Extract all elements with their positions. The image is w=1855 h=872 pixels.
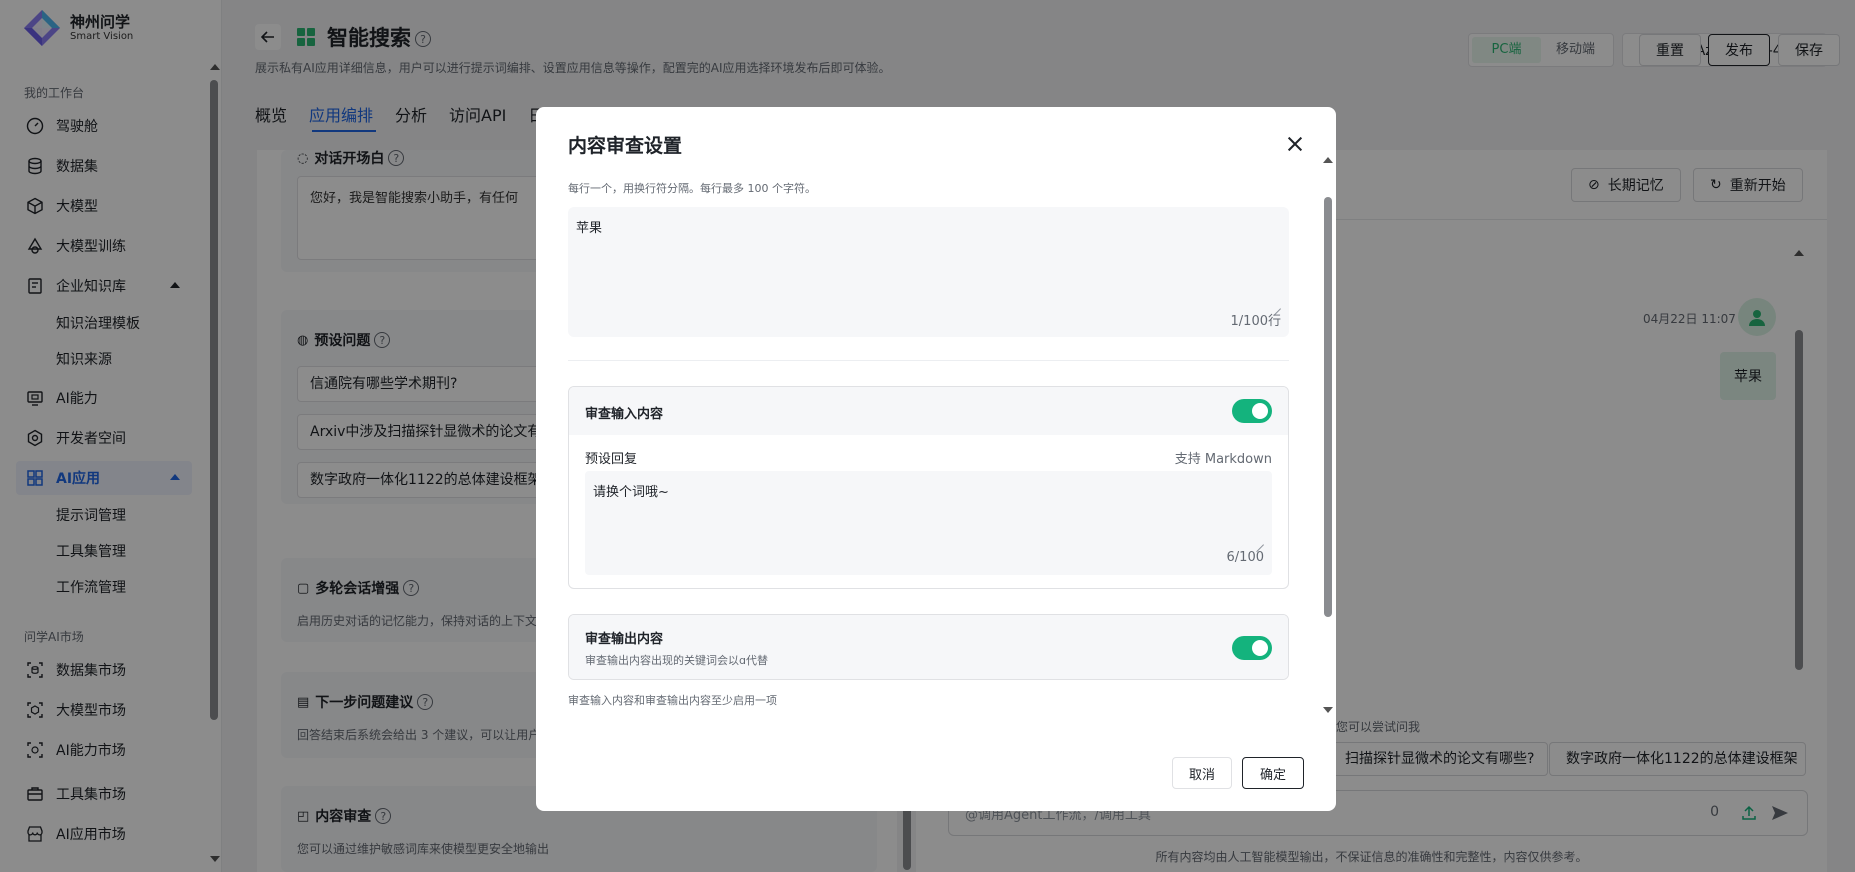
keywords-textarea[interactable]: 苹果 1/100行 bbox=[568, 207, 1289, 337]
scroll-down-arrow-icon[interactable] bbox=[1323, 707, 1333, 713]
input-moderation-header: 审查输入内容 bbox=[569, 387, 1288, 435]
keywords-hint: 每行一个，用换行符分隔。每行最多 100 个字符。 bbox=[568, 182, 816, 195]
output-moderation-title: 审查输出内容 bbox=[585, 632, 664, 647]
modal-title: 内容审查设置 bbox=[568, 135, 683, 157]
output-moderation-section: 审查输出内容 审查输出内容出现的关键词会以ɑ代替 bbox=[568, 614, 1289, 680]
modal-divider bbox=[568, 360, 1289, 361]
scroll-up-arrow-icon[interactable] bbox=[1323, 157, 1333, 163]
preset-reply-label: 预设回复 bbox=[585, 452, 638, 467]
cancel-button[interactable]: 取消 bbox=[1172, 757, 1232, 789]
input-moderation-toggle[interactable] bbox=[1232, 399, 1272, 423]
preset-reply-value: 请换个词哦~ bbox=[593, 485, 669, 500]
moderation-note: 审查输入内容和审查输出内容至少启用一项 bbox=[568, 694, 777, 707]
output-moderation-header: 审查输出内容 审查输出内容出现的关键词会以ɑ代替 bbox=[569, 615, 1288, 679]
close-icon[interactable] bbox=[1284, 133, 1306, 155]
confirm-button[interactable]: 确定 bbox=[1242, 757, 1304, 789]
preset-reply-count: 6/100 bbox=[1226, 550, 1264, 565]
input-moderation-section: 审查输入内容 预设回复 支持 Markdown 请换个词哦~ 6/100 bbox=[568, 386, 1289, 589]
resize-grip-icon[interactable] bbox=[1256, 537, 1264, 545]
keywords-value: 苹果 bbox=[576, 221, 603, 236]
modal-scroll-thumb[interactable] bbox=[1324, 197, 1332, 617]
output-moderation-toggle[interactable] bbox=[1232, 636, 1272, 660]
output-moderation-desc: 审查输出内容出现的关键词会以ɑ代替 bbox=[585, 654, 768, 667]
keywords-count: 1/100行 bbox=[1230, 314, 1281, 329]
resize-grip-icon[interactable] bbox=[1273, 301, 1281, 309]
input-moderation-title: 审查输入内容 bbox=[585, 407, 664, 422]
preset-reply-textarea[interactable]: 请换个词哦~ 6/100 bbox=[585, 471, 1272, 575]
modal-scrollbar[interactable] bbox=[1323, 157, 1333, 717]
moderation-settings-modal: 内容审查设置 每行一个，用换行符分隔。每行最多 100 个字符。 苹果 1/10… bbox=[536, 107, 1336, 811]
markdown-support-label: 支持 Markdown bbox=[1174, 452, 1272, 467]
